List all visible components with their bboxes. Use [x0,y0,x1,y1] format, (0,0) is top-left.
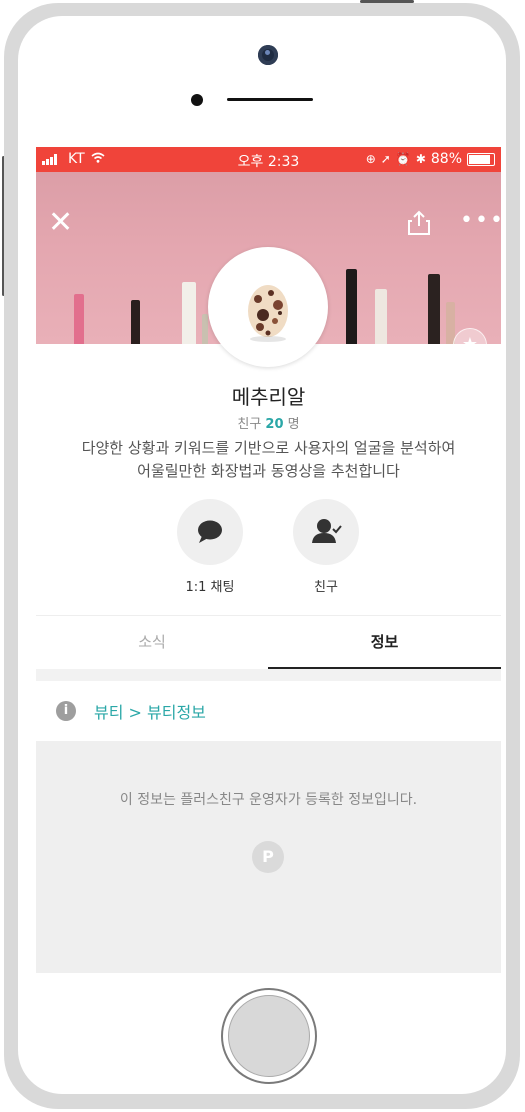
chat-button[interactable] [177,499,243,565]
category-breadcrumb[interactable]: 뷰티 > 뷰티정보 [94,699,206,723]
more-icon[interactable]: ••• [460,210,501,232]
info-section: 이 정보는 플러스친구 운영자가 등록한 정보입니다. P [36,741,501,973]
battery-percent: 88% [430,151,462,167]
section-divider [36,669,501,681]
profile-description: 다양한 상황과 키워드를 기반으로 사용자의 얼굴을 분석하여 어울릴만한 화장… [46,437,491,483]
info-notice: 이 정보는 플러스친구 운영자가 등록한 정보입니다. [119,792,418,808]
battery-icon [467,152,495,166]
bluetooth-icon: ✱ [415,152,426,166]
star-icon[interactable]: ★ [453,328,487,344]
status-bar: KT 오후 2:33 ⊕ ➚ ⏰ ✱ 88% [36,147,501,172]
friend-count-suffix: 명 [287,417,300,432]
plus-friend-logo-icon: P [252,841,284,873]
proximity-sensor [191,94,203,106]
tab-info[interactable]: 정보 [268,616,501,668]
chat-label: 1:1 채팅 [185,580,235,595]
home-button[interactable] [221,988,317,1084]
tab-bar: 소식 정보 [36,615,501,668]
description-line-2: 어울릴만한 화장법과 동영상을 추천합니다 [137,462,400,480]
quail-egg-image [248,285,288,342]
avatar[interactable] [208,247,328,367]
description-line-1: 다양한 상황과 키워드를 기반으로 사용자의 얼굴을 분석하여 [81,439,456,457]
profile-name: 메추리알 [231,385,306,409]
friend-check-icon [312,519,342,543]
info-icon: i [56,701,76,721]
share-icon[interactable] [406,210,432,236]
friend-count: 친구 20 명 [36,413,501,432]
tab-news[interactable]: 소식 [36,616,268,668]
close-icon[interactable]: ✕ [48,208,73,238]
status-right: ⊕ ➚ ⏰ ✱ 88% [366,151,495,167]
friend-label: 친구 [314,580,338,595]
rotation-lock-icon: ⊕ [365,152,376,166]
friend-count-number: 20 [265,417,284,432]
category-row: i 뷰티 > 뷰티정보 [36,681,501,741]
chat-bubble-icon [198,520,222,543]
alarm-icon: ⏰ [395,152,411,166]
app-screen: KT 오후 2:33 ⊕ ➚ ⏰ ✱ 88% ✕ ••• 메추리알 친구 20 … [36,147,501,973]
friend-button[interactable] [293,499,359,565]
front-camera [258,45,278,65]
friend-count-prefix: 친구 [237,417,262,432]
location-icon: ➚ [380,152,391,166]
earpiece-speaker [227,98,313,101]
